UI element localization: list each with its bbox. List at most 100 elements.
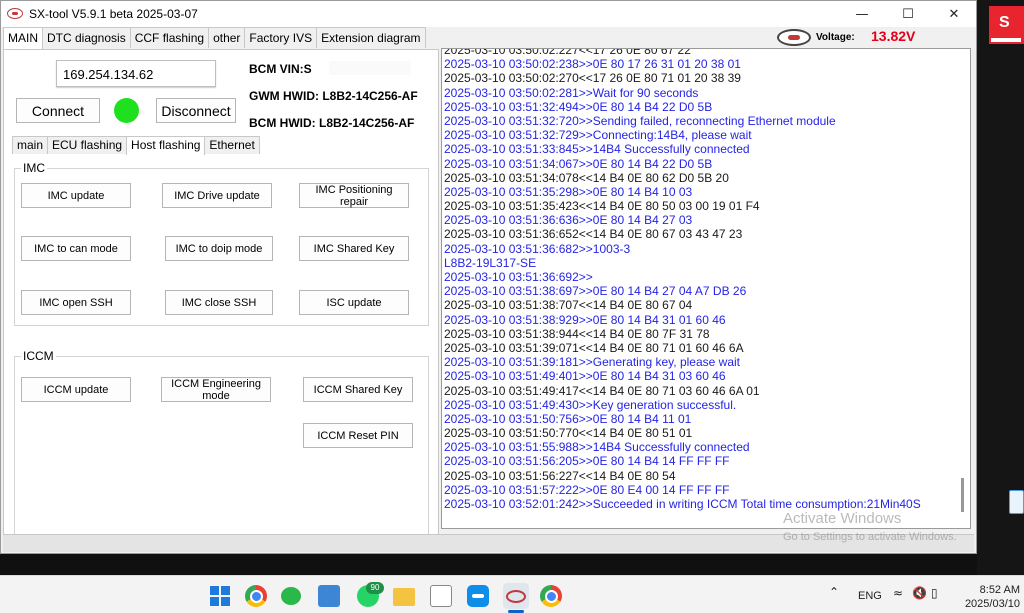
app-icon[interactable]	[430, 585, 452, 607]
tab-main[interactable]: MAIN	[3, 27, 43, 49]
watermark-subtitle: Go to Settings to activate Windows.	[783, 531, 957, 543]
window-title: SX-tool V5.9.1 beta 2025-03-07	[29, 7, 198, 21]
log-line: 2025-03-10 03:51:33:845>>14B4 Successful…	[444, 142, 750, 157]
log-line: 2025-03-10 03:51:39:181>>Generating key,…	[444, 355, 740, 370]
imc-drive-update-button[interactable]: IMC Drive update	[162, 183, 272, 208]
imc-group-label: IMC	[21, 161, 47, 175]
disconnect-button[interactable]: Disconnect	[156, 98, 236, 123]
log-line: 2025-03-10 03:51:49:401>>0E 80 14 B4 31 …	[444, 369, 726, 384]
minimize-button[interactable]: —	[839, 1, 885, 27]
sx-tool-taskbar-icon[interactable]	[503, 583, 529, 609]
log-line: 2025-03-10 03:51:39:071<<14 B4 0E 80 71 …	[444, 340, 744, 355]
battery-icon[interactable]: ▯	[931, 586, 938, 600]
tab-ccf-flashing[interactable]: CCF flashing	[129, 27, 210, 48]
activate-windows-watermark: Activate Windows Go to Settings to activ…	[783, 510, 957, 543]
log-line: 2025-03-10 03:51:35:298>>0E 80 14 B4 10 …	[444, 184, 693, 199]
log-line: 2025-03-10 03:51:38:707<<14 B4 0E 80 67 …	[444, 298, 693, 313]
brand-logo-icon	[777, 29, 811, 46]
voltage-label: Voltage:	[816, 32, 855, 43]
voltage-indicator: Voltage: 13.82V	[773, 27, 973, 49]
teamviewer-icon[interactable]	[467, 585, 489, 607]
log-line: 2025-03-10 03:51:56:205>>0E 80 14 B4 14 …	[444, 454, 730, 469]
notification-bar	[991, 38, 1021, 42]
background-strip: S	[977, 0, 1024, 575]
tab-dtc-diagnosis[interactable]: DTC diagnosis	[42, 27, 131, 48]
imc-group: IMC IMC update IMC Drive update IMC Posi…	[14, 161, 429, 326]
close-button[interactable]: ✕	[931, 1, 977, 27]
iccm-reset-pin-button[interactable]: ICCM Reset PIN	[303, 423, 413, 448]
voltage-value: 13.82V	[871, 28, 916, 44]
log-line: 2025-03-10 03:51:34:078<<14 B4 0E 80 62 …	[444, 170, 729, 185]
log-line: 2025-03-10 03:51:38:944<<14 B4 0E 80 7F …	[444, 326, 710, 341]
imc-to-doip-mode-button[interactable]: IMC to doip mode	[165, 236, 273, 261]
start-icon-tile	[221, 586, 230, 595]
log-line: 2025-03-10 03:51:32:494>>0E 80 14 B4 22 …	[444, 99, 713, 114]
log-line: 2025-03-10 03:51:36:636>>0E 80 14 B4 27 …	[444, 213, 693, 228]
subtab-main[interactable]: main	[12, 136, 49, 154]
log-line: 2025-03-10 03:51:38:929>>0E 80 14 B4 31 …	[444, 312, 726, 327]
imc-update-button[interactable]: IMC update	[21, 183, 131, 208]
wechat-icon[interactable]	[281, 587, 301, 605]
log-line: 2025-03-10 03:51:50:770<<14 B4 0E 80 51 …	[444, 426, 693, 441]
log-line: 2025-03-10 03:51:49:417<<14 B4 0E 80 71 …	[444, 383, 760, 398]
iccm-group-label: ICCM	[21, 349, 56, 363]
imc-to-can-mode-button[interactable]: IMC to can mode	[21, 236, 131, 261]
imc-shared-key-button[interactable]: IMC Shared Key	[299, 236, 409, 261]
isc-update-button[interactable]: ISC update	[299, 290, 409, 315]
language-indicator[interactable]: ENG	[858, 590, 882, 602]
iccm-group: ICCM ICCM update ICCM Engineering mode I…	[14, 349, 429, 546]
ip-address-field[interactable]: 169.254.134.62	[56, 60, 216, 87]
clock-date: 2025/03/10	[964, 598, 1020, 610]
log-line: 2025-03-10 03:51:55:988>>14B4 Successful…	[444, 440, 750, 455]
file-explorer-icon[interactable]	[393, 588, 415, 606]
chrome-icon[interactable]	[245, 585, 267, 607]
main-tab-panel: 169.254.134.62 Connect Disconnect BCM VI…	[3, 49, 439, 549]
tab-other[interactable]: other	[208, 27, 246, 48]
subtab-host-flashing[interactable]: Host flashing	[126, 136, 206, 155]
iccm-engineering-mode-button[interactable]: ICCM Engineering mode	[161, 377, 271, 402]
log-output[interactable]: 2025-03-10 03:50:02:227<<17 26 0E 80 67 …	[441, 48, 971, 529]
log-line: 2025-03-10 03:51:57:222>>0E 80 E4 00 14 …	[444, 482, 730, 497]
bcm-hwid: BCM HWID: L8B2-14C256-AF	[249, 116, 415, 130]
imc-positioning-repair-button[interactable]: IMC Positioning repair	[299, 183, 409, 208]
log-line: 2025-03-10 03:50:02:227<<17 26 0E 80 67 …	[444, 48, 691, 57]
gwm-hwid: GWM HWID: L8B2-14C256-AF	[249, 89, 418, 103]
iccm-shared-key-button[interactable]: ICCM Shared Key	[303, 377, 413, 402]
start-icon-tile	[210, 586, 219, 595]
log-lines: 2025-03-10 03:50:02:227<<17 26 0E 80 67 …	[444, 48, 921, 511]
log-line: 2025-03-10 03:51:50:756>>0E 80 14 B4 11 …	[444, 411, 692, 426]
subtab-ethernet[interactable]: Ethernet	[204, 136, 260, 154]
start-icon-tile	[210, 597, 219, 606]
connect-button[interactable]: Connect	[16, 98, 100, 123]
imc-close-ssh-button[interactable]: IMC close SSH	[165, 290, 273, 315]
app-logo-icon	[7, 8, 23, 19]
start-icon[interactable]	[209, 585, 231, 607]
imc-open-ssh-button[interactable]: IMC open SSH	[21, 290, 131, 315]
subtab-ecu-flashing[interactable]: ECU flashing	[47, 136, 128, 154]
volume-mute-icon[interactable]: 🔇	[912, 586, 927, 600]
whatsapp-badge: 90	[366, 582, 384, 594]
photos-icon[interactable]	[318, 585, 340, 607]
vin-redaction	[329, 61, 411, 75]
iccm-update-button[interactable]: ICCM update	[21, 377, 131, 402]
wifi-icon[interactable]: ≈	[893, 586, 903, 600]
tab-factory-ivs[interactable]: Factory IVS	[244, 27, 318, 48]
tray-chevron-up-icon[interactable]: ⌃	[829, 585, 839, 599]
notification-s-icon: S	[999, 14, 1010, 31]
chrome-icon[interactable]	[540, 585, 562, 607]
log-line: 2025-03-10 03:51:34:067>>0E 80 14 B4 22 …	[444, 156, 713, 171]
tab-extension-diagram[interactable]: Extension diagram	[316, 27, 426, 48]
app-window: SX-tool V5.9.1 beta 2025-03-07 — ☐ ✕ MAI…	[0, 0, 977, 554]
connection-status-indicator	[114, 98, 139, 123]
log-line: 2025-03-10 03:51:36:682>>1003-3	[444, 241, 631, 256]
clock[interactable]: 8:52 AM 2025/03/10	[950, 583, 1020, 611]
log-line: 2025-03-10 03:51:32:729>>Connecting:14B4…	[444, 128, 752, 143]
log-scrollbar[interactable]	[961, 478, 964, 512]
maximize-button[interactable]: ☐	[885, 1, 931, 27]
side-panel-button[interactable]	[1009, 490, 1024, 514]
notification-widget[interactable]: S	[989, 6, 1024, 44]
log-line: L8B2-19L317-SE	[444, 255, 537, 270]
log-line: 2025-03-10 03:51:38:697>>0E 80 14 B4 27 …	[444, 284, 747, 299]
log-line: 2025-03-10 03:51:35:423<<14 B4 0E 80 50 …	[444, 199, 760, 214]
clock-time: 8:52 AM	[979, 584, 1020, 596]
